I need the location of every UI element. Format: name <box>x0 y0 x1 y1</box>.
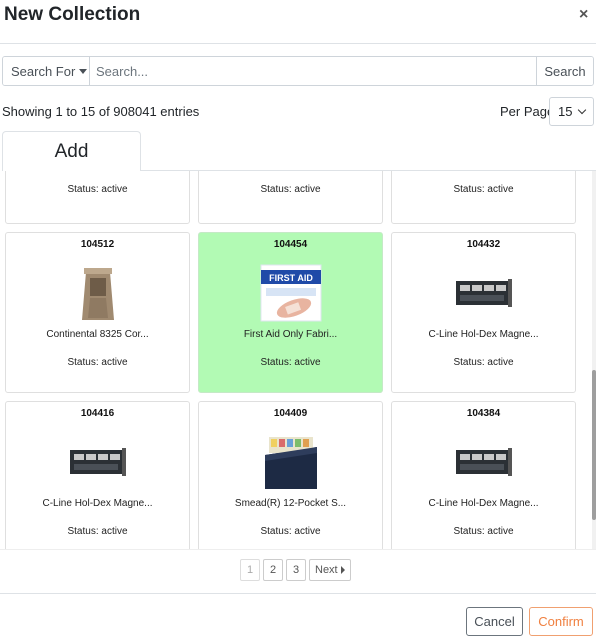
product-id: 104384 <box>466 408 501 419</box>
product-id: 104454 <box>273 239 308 250</box>
search-bar: Search For Search <box>2 56 594 86</box>
label-holder-image <box>450 264 518 322</box>
product-card[interactable]: 104454 FIRST AID First Aid Only Fabri... St… <box>198 232 383 393</box>
product-status: Status: active <box>453 184 514 195</box>
search-for-label: Search For <box>11 63 76 79</box>
caret-down-icon <box>79 68 88 74</box>
page-button-1[interactable]: 1 <box>240 559 260 581</box>
product-status: Status: active <box>260 184 321 195</box>
product-name: Continental 8325 Cor... <box>46 329 149 340</box>
file-organizer-image <box>257 433 325 491</box>
product-name: Smead(R) 12-Pocket S... <box>234 498 347 509</box>
product-status: Status: active <box>453 526 514 537</box>
modal-title: New Collection <box>4 4 141 25</box>
page-button-3[interactable]: 3 <box>286 559 306 581</box>
product-card[interactable]: Status: active <box>391 171 576 224</box>
product-grid: Status: active Status: active Status: acti… <box>0 171 596 549</box>
first-aid-text: FIRST AID <box>269 273 313 283</box>
product-card[interactable]: 104512 Continental 8325 Cor... Status: act… <box>5 232 190 393</box>
product-card[interactable]: 104384 C-Line Hol-Dex Magne... Status: act… <box>391 401 576 549</box>
caret-right-icon <box>340 566 345 574</box>
per-page-select[interactable]: 15 <box>549 97 594 126</box>
product-status: Status: active <box>67 184 128 195</box>
footer-divider <box>0 593 596 594</box>
page-button-2[interactable]: 2 <box>263 559 283 581</box>
label-holder-image <box>450 433 518 491</box>
cancel-button[interactable]: Cancel <box>466 607 523 636</box>
grid-divider <box>0 549 596 550</box>
pagination: 1 2 3 Next <box>240 559 351 581</box>
search-input[interactable] <box>90 57 536 85</box>
close-icon[interactable]: × <box>579 6 588 24</box>
entries-count: Showing 1 to 15 of 908041 entries <box>2 104 200 119</box>
product-id: 104432 <box>466 239 501 250</box>
product-name: C-Line Hol-Dex Magne... <box>428 498 539 509</box>
product-status: Status: active <box>67 526 128 537</box>
per-page-value: 15 <box>558 104 573 119</box>
label-holder-image <box>64 433 132 491</box>
product-card[interactable]: 104432 C-Line Hol-Dex Magne... Status: act… <box>391 232 576 393</box>
tab-add[interactable]: Add <box>2 131 141 171</box>
search-button[interactable]: Search <box>536 57 593 85</box>
waste-receptacle-image <box>64 264 132 322</box>
product-id: 104416 <box>80 408 115 419</box>
product-name: C-Line Hol-Dex Magne... <box>42 498 153 509</box>
product-card[interactable]: Status: active <box>5 171 190 224</box>
first-aid-box-image: FIRST AID <box>257 264 325 322</box>
product-status: Status: active <box>67 357 128 368</box>
product-id: 104512 <box>80 239 115 250</box>
scrollbar-thumb[interactable] <box>592 370 596 520</box>
confirm-button[interactable]: Confirm <box>529 607 593 636</box>
product-card[interactable]: 104416 C-Line Hol-Dex Magne... Status: act… <box>5 401 190 549</box>
product-status: Status: active <box>260 357 321 368</box>
search-for-dropdown[interactable]: Search For <box>3 57 90 85</box>
product-status: Status: active <box>260 526 321 537</box>
product-card[interactable]: Status: active <box>198 171 383 224</box>
next-page-button[interactable]: Next <box>309 559 351 581</box>
product-name: C-Line Hol-Dex Magne... <box>428 329 539 340</box>
product-name: First Aid Only Fabri... <box>243 329 338 340</box>
chevron-down-icon <box>577 105 587 115</box>
product-status: Status: active <box>453 357 514 368</box>
next-page-label: Next <box>315 564 338 576</box>
header-divider <box>0 43 596 44</box>
product-card[interactable]: 104409 Smead(R) 12-Pocket S... Status: act… <box>198 401 383 549</box>
product-id: 104409 <box>273 408 308 419</box>
